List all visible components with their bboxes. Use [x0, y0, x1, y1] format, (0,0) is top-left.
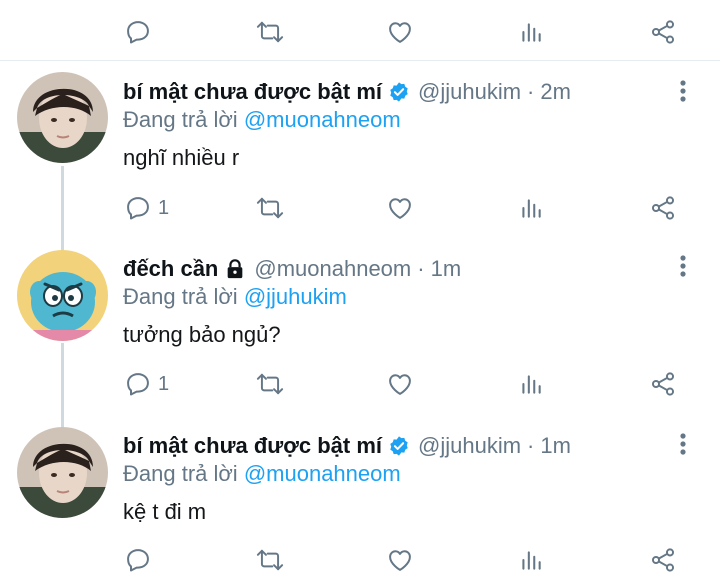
like-button[interactable] — [386, 188, 414, 228]
like-button[interactable] — [386, 540, 414, 580]
share-button[interactable] — [649, 12, 677, 52]
tweet-text: tưởng bảo ngủ? — [123, 322, 281, 347]
analytics-icon — [522, 23, 541, 42]
thread-line — [61, 166, 64, 252]
tweet-header: bí mật chưa được bật mí @jjuhukim · 1m — [123, 431, 571, 461]
verified-badge-icon — [388, 81, 410, 103]
separator: · — [527, 79, 535, 104]
user-handle[interactable]: @jjuhukim — [418, 433, 521, 459]
timestamp[interactable]: 1m — [540, 433, 571, 459]
tweet-header: đếch cần @muonahneom · 1m — [123, 254, 461, 284]
share-icon — [651, 196, 675, 220]
share-icon — [651, 20, 675, 44]
like-button[interactable] — [386, 364, 414, 404]
retweet-button[interactable] — [255, 540, 285, 580]
thread-line — [61, 343, 64, 429]
comment-button[interactable] — [124, 540, 152, 580]
more-options-button[interactable] — [670, 76, 696, 106]
display-name[interactable]: bí mật chưa được bật mí — [123, 79, 382, 105]
analytics-icon — [522, 551, 541, 570]
user-handle[interactable]: @muonahneom — [254, 256, 411, 282]
retweet-icon — [256, 549, 284, 571]
replying-mention-link[interactable]: @muonahneom — [244, 461, 401, 486]
like-icon — [389, 374, 411, 395]
more-vertical-icon — [680, 255, 686, 277]
retweet-icon — [256, 197, 284, 219]
more-options-button[interactable] — [670, 429, 696, 459]
analytics-button[interactable] — [518, 188, 544, 228]
replying-mention-link[interactable]: @jjuhukim — [244, 284, 347, 309]
share-button[interactable] — [649, 540, 677, 580]
avatar[interactable] — [17, 427, 108, 518]
replying-prefix: Đang trả lời — [123, 461, 238, 486]
replying-to: Đang trả lời @jjuhukim — [123, 284, 347, 312]
share-button[interactable] — [649, 364, 677, 404]
share-button[interactable] — [649, 188, 677, 228]
lock-icon — [224, 258, 246, 280]
like-icon — [389, 198, 411, 219]
avatar[interactable] — [17, 72, 108, 163]
retweet-button[interactable] — [255, 12, 285, 52]
tweet-text: nghĩ nhiều r — [123, 145, 240, 170]
comment-icon — [127, 197, 149, 220]
analytics-icon — [522, 199, 541, 218]
retweet-icon — [256, 373, 284, 395]
analytics-button[interactable] — [518, 540, 544, 580]
tweet-header: bí mật chưa được bật mí @jjuhukim · 2m — [123, 77, 571, 107]
separator: · — [417, 256, 425, 281]
comment-button[interactable] — [124, 12, 152, 52]
timestamp[interactable]: 2m — [540, 79, 571, 105]
tweet-text: kệ t đi m — [123, 499, 207, 524]
replying-to: Đang trả lời @muonahneom — [123, 107, 401, 135]
analytics-button[interactable] — [518, 12, 544, 52]
separator: · — [527, 433, 535, 458]
user-handle[interactable]: @jjuhukim — [418, 79, 521, 105]
more-vertical-icon — [680, 80, 686, 102]
analytics-button[interactable] — [518, 364, 544, 404]
replying-prefix: Đang trả lời — [123, 284, 238, 309]
like-icon — [389, 22, 411, 43]
comment-icon — [127, 21, 149, 44]
retweet-icon — [256, 21, 284, 43]
timestamp[interactable]: 1m — [431, 256, 462, 282]
replying-prefix: Đang trả lời — [123, 107, 238, 132]
verified-badge-icon — [388, 435, 410, 457]
more-options-button[interactable] — [670, 251, 696, 281]
divider — [0, 60, 720, 61]
replying-to: Đang trả lời @muonahneom — [123, 461, 401, 489]
analytics-icon — [522, 375, 541, 394]
like-icon — [389, 550, 411, 571]
reply-count: 1 — [158, 372, 170, 395]
retweet-button[interactable] — [255, 364, 285, 404]
replying-mention-link[interactable]: @muonahneom — [244, 107, 401, 132]
share-icon — [651, 372, 675, 396]
comment-button[interactable]: 1 — [124, 364, 169, 404]
reply-count: 1 — [158, 196, 170, 219]
share-icon — [651, 548, 675, 572]
retweet-button[interactable] — [255, 188, 285, 228]
more-vertical-icon — [680, 433, 686, 455]
comment-button[interactable]: 1 — [124, 188, 169, 228]
avatar[interactable] — [17, 250, 108, 341]
comment-icon — [127, 549, 149, 572]
display-name[interactable]: bí mật chưa được bật mí — [123, 433, 382, 459]
display-name[interactable]: đếch cần — [123, 256, 218, 282]
comment-icon — [127, 373, 149, 396]
like-button[interactable] — [386, 12, 414, 52]
